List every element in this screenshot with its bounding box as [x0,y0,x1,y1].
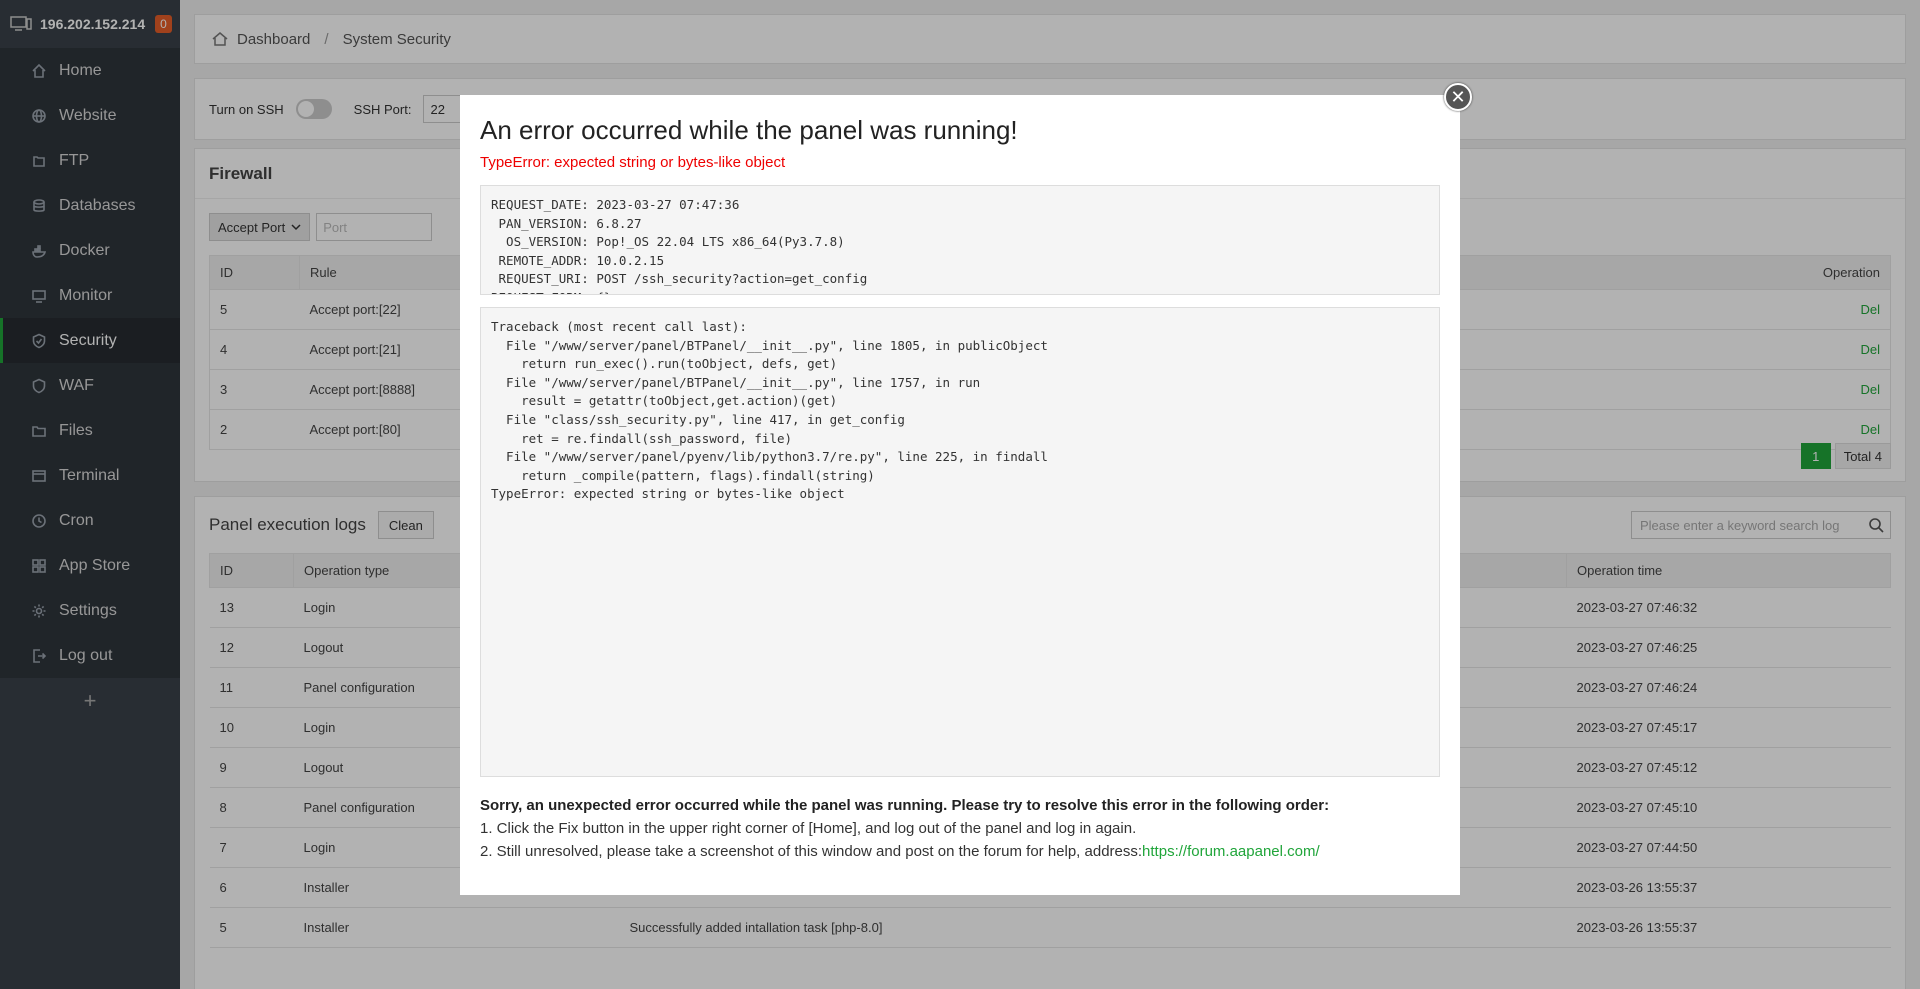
instruction-step-1: 1. Click the Fix button in the upper rig… [480,820,1137,837]
request-info-box[interactable]: REQUEST_DATE: 2023-03-27 07:47:36 PAN_VE… [480,185,1440,295]
traceback-box[interactable]: Traceback (most recent call last): File … [480,307,1440,777]
forum-link[interactable]: https://forum.aapanel.com/ [1142,843,1320,860]
error-dialog: ✕ An error occurred while the panel was … [460,83,1472,895]
error-instructions: Sorry, an unexpected error occurred whil… [480,797,1330,814]
close-dialog-button[interactable]: ✕ [1444,83,1472,111]
error-message: TypeError: expected string or bytes-like… [480,154,786,171]
instruction-step-2: 2. Still unresolved, please take a scree… [480,843,1440,860]
step-2-text: 2. Still unresolved, please take a scree… [480,843,1143,860]
error-title: An error occurred while the panel was ru… [480,115,1018,145]
